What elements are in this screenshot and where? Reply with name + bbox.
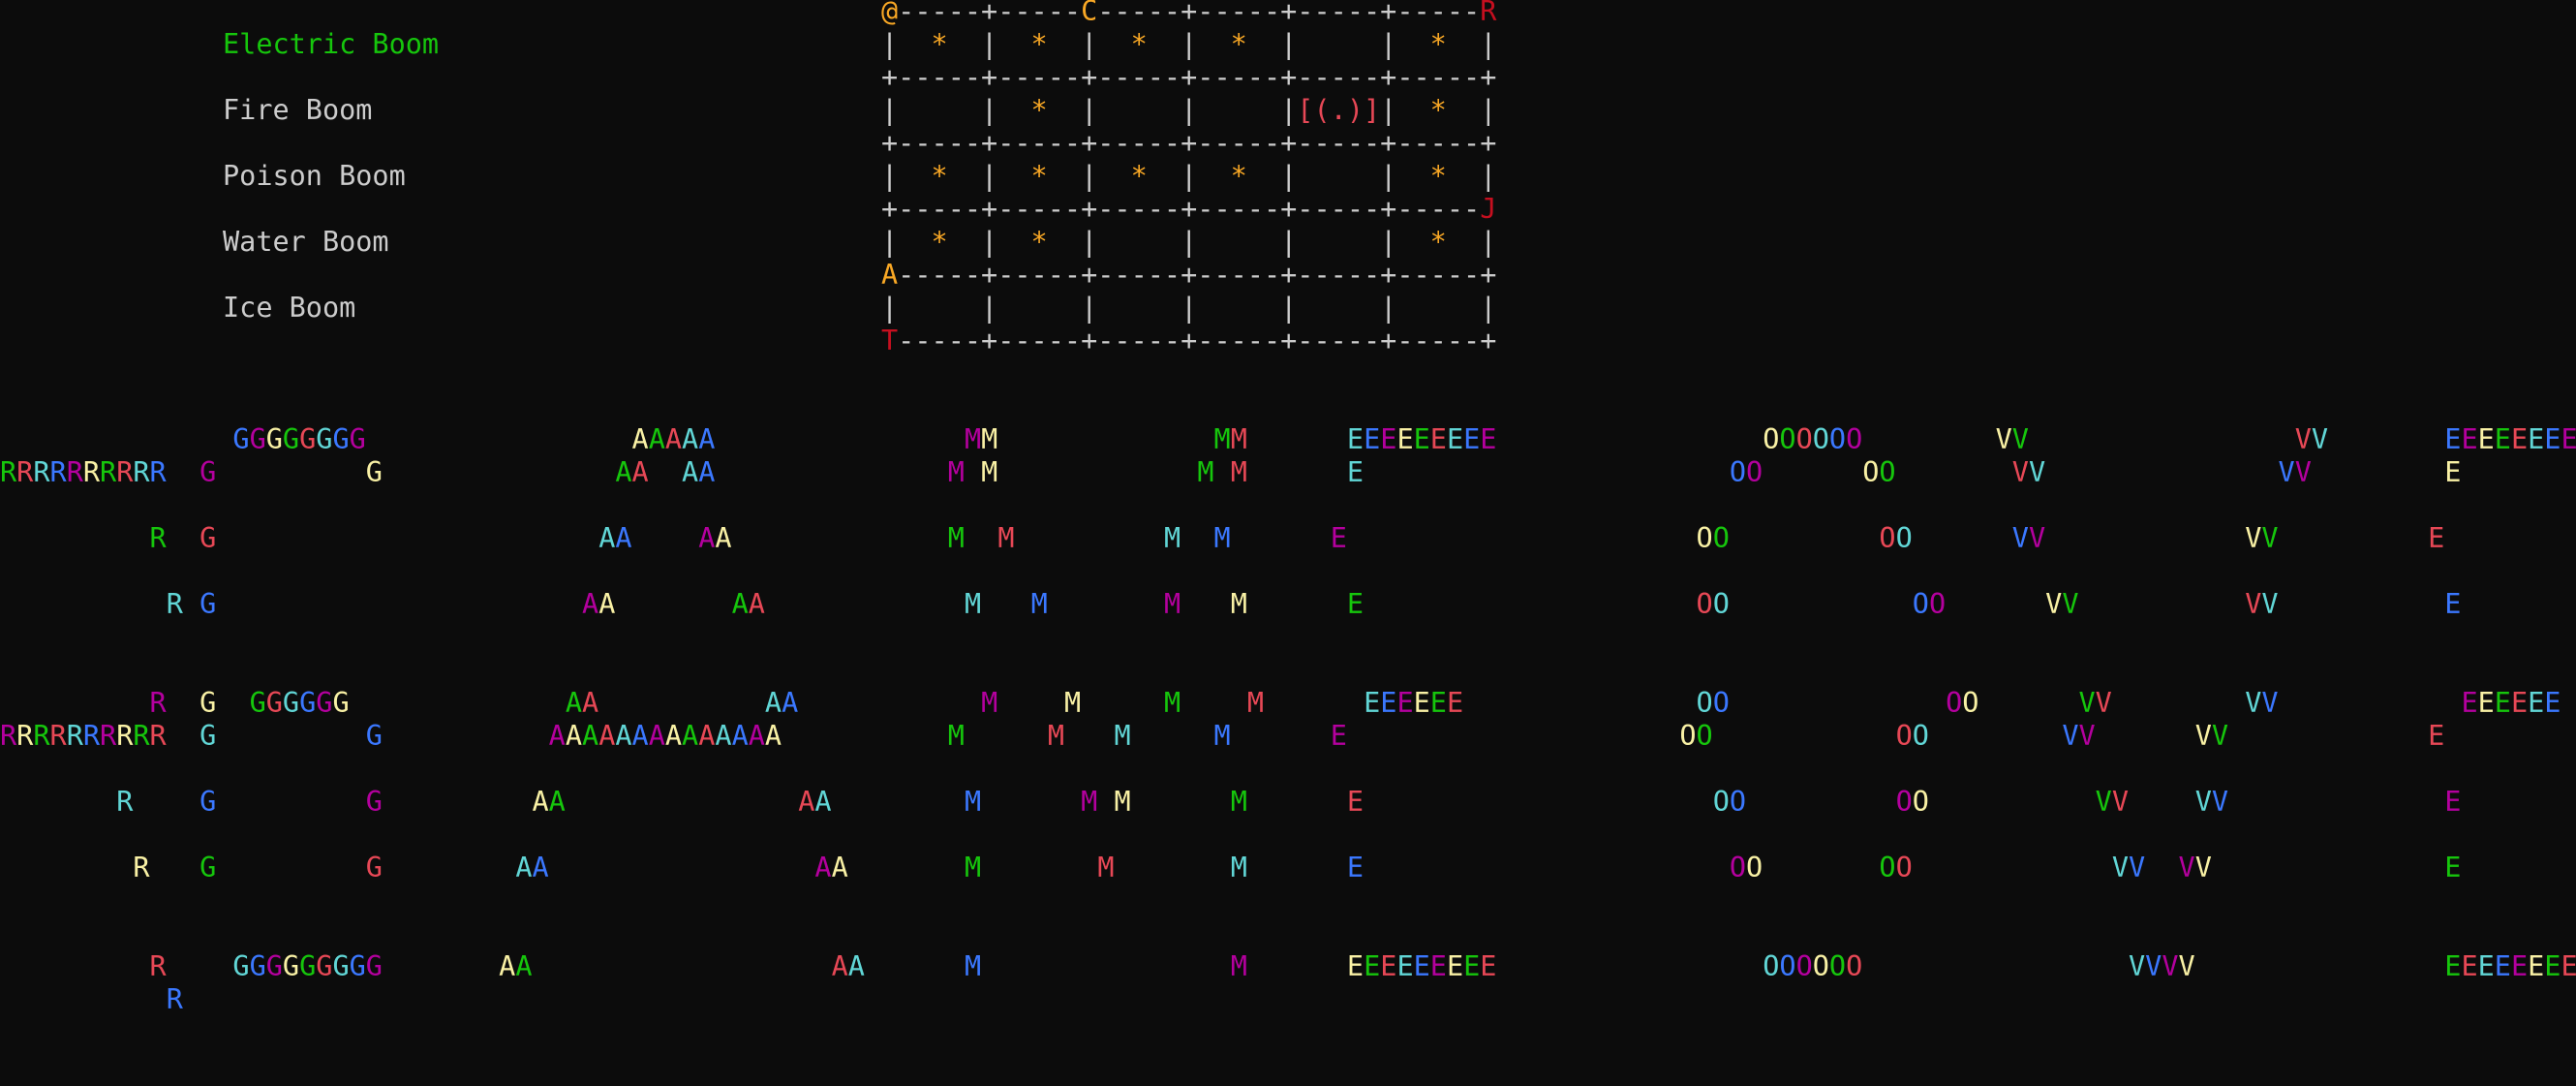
- board-row: +-----+-----+-----+-----+-----+-----+: [881, 127, 1497, 159]
- banner-row: R G G AA AA M M M M E OO OO VV VV E: [116, 786, 2462, 818]
- banner-row: R G AA AA M M M M E OO OO VV VV E: [166, 588, 2462, 620]
- menu-item-fire-boom[interactable]: Fire Boom: [223, 94, 372, 127]
- menu-item-label: Poison Boom: [223, 160, 406, 192]
- banner-row: R G GGGGGG AA AA M M M M EEEEEE OO OO VV…: [149, 687, 2561, 719]
- terminal-screen: Electric Boom Fire Boom Poison Boom Wate…: [0, 0, 2576, 1086]
- menu-item-poison-boom[interactable]: Poison Boom: [223, 160, 406, 193]
- board-row: @-----+-----C-----+-----+-----+-----R: [881, 0, 1497, 27]
- banner-row: R G AA AA M M M M E OO OO VV VV E: [149, 522, 2445, 554]
- banner-row: GGGGGGGG AAAAA MM MM EEEEEEEEE OOOOOO VV…: [232, 423, 2576, 455]
- board-row: | * | * | * | * | | * |: [881, 28, 1497, 60]
- menu-item-electric-boom[interactable]: Electric Boom: [223, 28, 439, 61]
- board-row: A-----+-----+-----+-----+-----+-----+: [881, 259, 1497, 291]
- board-row: | * | * | | | | * |: [881, 226, 1497, 258]
- menu-item-label: Fire Boom: [223, 94, 373, 126]
- board-row: +-----+-----+-----+-----+-----+-----J: [881, 193, 1497, 225]
- menu-item-label: Electric Boom: [223, 28, 440, 60]
- banner-row: R GGGGGGGGG AA AA M M EEEEEEEEE OOOOOO V…: [149, 950, 2576, 982]
- banner-row: R G G AA AA M M M E OO OO VV VV E: [133, 852, 2462, 884]
- board-row: | | | | | | |: [881, 292, 1497, 324]
- menu-item-ice-boom[interactable]: Ice Boom: [223, 292, 355, 325]
- banner-row: RRRRRRRRRR G G AA AA M M M M E OO OO VV …: [0, 456, 2462, 488]
- menu-item-label: Water Boom: [223, 226, 389, 258]
- board-row: | * | * | * | * | | * |: [881, 160, 1497, 192]
- banner-row: RRRRRRRRRR G G AAAAAAAAAAAAAA M M M M E …: [0, 720, 2445, 752]
- board-row: +-----+-----+-----+-----+-----+-----+: [881, 61, 1497, 93]
- board-row: T-----+-----+-----+-----+-----+-----+: [881, 325, 1497, 357]
- menu-item-label: Ice Boom: [223, 292, 356, 324]
- menu-item-water-boom[interactable]: Water Boom: [223, 226, 389, 259]
- board-row: | | * | | |[(.)]| * |: [881, 94, 1497, 126]
- banner-row: R: [166, 983, 183, 1015]
